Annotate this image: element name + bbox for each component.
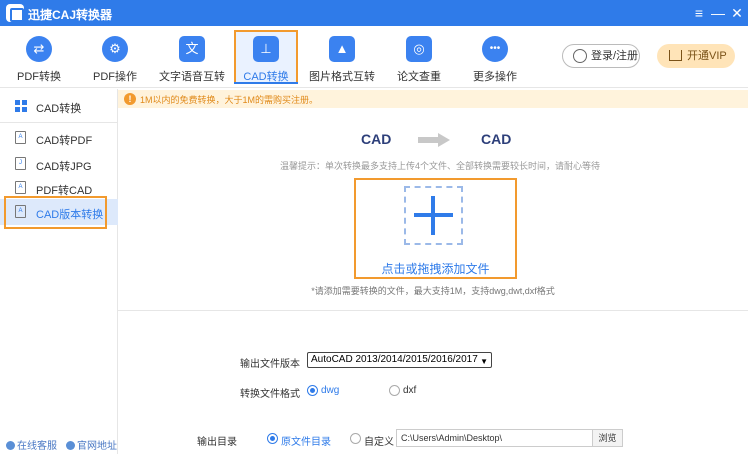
browse-button[interactable]: 浏览 xyxy=(593,429,623,447)
tool-cad-convert[interactable]: ⊥ CAD转换 xyxy=(234,30,298,84)
version-select-value: AutoCAD 2013/2014/2015/2016/2017 xyxy=(311,354,478,365)
grid-icon xyxy=(15,100,27,112)
arrow-right-icon xyxy=(418,133,450,147)
section-divider xyxy=(118,310,748,311)
file-icon: J xyxy=(15,157,26,170)
login-button[interactable]: 登录/注册 xyxy=(562,44,640,68)
file-requirements-note: *请添加需要转换的文件，最大支持1M，支持dwg,dwt,dxf格式 xyxy=(311,286,555,296)
crown-icon xyxy=(669,50,682,61)
output-path-input[interactable] xyxy=(396,429,593,447)
chevron-down-icon: ▼ xyxy=(480,357,488,366)
add-file-dropzone[interactable] xyxy=(404,186,463,245)
vip-button[interactable]: 开通VIP xyxy=(657,44,735,68)
app-title: 迅捷CAJ转换器 xyxy=(28,8,113,22)
headset-icon xyxy=(6,441,15,450)
format-dxf-label[interactable]: dxf xyxy=(403,385,416,396)
search-doc-icon: ◎ xyxy=(406,36,432,62)
source-format: CAD xyxy=(361,131,392,147)
website-link[interactable]: 官网地址 xyxy=(66,437,117,452)
format-dxf-radio[interactable] xyxy=(389,385,400,396)
output-source-radio[interactable] xyxy=(267,433,278,444)
sidebar-item-cad-to-jpg[interactable]: J CAD转JPG xyxy=(0,151,118,177)
file-icon: A xyxy=(15,181,26,194)
format-dwg-radio[interactable] xyxy=(307,385,318,396)
tip-text: 温馨提示：单次转换最多支持上传4个文件、全部转换需要较长时间，请耐心等待 xyxy=(280,161,601,171)
text-speech-icon: 文 xyxy=(179,36,205,62)
sidebar-item-label: CAD转JPG xyxy=(36,161,92,173)
version-label: 输出文件版本 xyxy=(240,359,300,370)
vip-label: 开通VIP xyxy=(687,50,727,62)
login-label: 登录/注册 xyxy=(591,50,639,62)
tool-label: PDF转换 xyxy=(17,71,61,83)
tool-label: 论文查重 xyxy=(397,71,441,83)
target-format: CAD xyxy=(481,131,512,147)
tool-label: PDF操作 xyxy=(93,71,137,83)
sidebar: CAD转换 A CAD转PDF J CAD转JPG A PDF转CAD A CA… xyxy=(0,89,118,454)
format-label: 转换文件格式 xyxy=(240,389,300,400)
swap-icon: ⇄ xyxy=(26,36,52,62)
warning-icon: ! xyxy=(124,93,136,105)
app-logo-icon xyxy=(6,4,24,22)
tool-label: CAD转换 xyxy=(243,71,289,83)
tool-label: 更多操作 xyxy=(473,71,517,83)
file-icon: A xyxy=(15,131,26,144)
cad-icon: ⊥ xyxy=(253,36,279,62)
notice-bar: ! 1M以内的免费转换，大于1M的需购买注册。 xyxy=(118,90,748,108)
gear-icon: ⚙ xyxy=(102,36,128,62)
online-service-label: 在线客服 xyxy=(17,441,57,452)
output-custom-radio[interactable] xyxy=(350,433,361,444)
notice-text: 1M以内的免费转换，大于1M的需购买注册。 xyxy=(140,95,319,105)
tool-paper-check[interactable]: ◎ 论文查重 xyxy=(382,30,456,86)
tool-more[interactable]: ••• 更多操作 xyxy=(458,30,532,86)
image-icon: ▲ xyxy=(329,36,355,62)
plus-icon-bar xyxy=(431,196,435,235)
output-custom-label[interactable]: 自定义 xyxy=(364,433,394,448)
sidebar-header: CAD转换 xyxy=(0,89,118,123)
title-bar: 迅捷CAJ转换器 ≡ — ✕ xyxy=(0,0,748,26)
globe-icon xyxy=(66,441,75,450)
user-icon xyxy=(573,49,587,63)
website-label: 官网地址 xyxy=(77,441,117,452)
tool-pdf-convert[interactable]: ⇄ PDF转换 xyxy=(2,30,76,86)
menu-icon[interactable]: ≡ xyxy=(689,3,709,23)
tool-label: 图片格式互转 xyxy=(309,71,375,83)
tool-text-speech[interactable]: 文 文字语音互转 xyxy=(154,30,230,86)
output-source-label[interactable]: 原文件目录 xyxy=(281,433,331,448)
tool-image-format[interactable]: ▲ 图片格式互转 xyxy=(304,30,380,86)
sidebar-highlight-box xyxy=(4,196,107,229)
output-dir-label: 输出目录 xyxy=(197,437,237,448)
version-select[interactable]: AutoCAD 2013/2014/2015/2016/2017 ▼ xyxy=(307,352,492,368)
close-icon[interactable]: ✕ xyxy=(727,3,747,23)
tool-pdf-operations[interactable]: ⚙ PDF操作 xyxy=(78,30,152,86)
online-service-link[interactable]: 在线客服 xyxy=(6,437,57,452)
tool-label: 文字语音互转 xyxy=(159,71,225,83)
sidebar-header-label: CAD转换 xyxy=(36,103,82,115)
minimize-icon[interactable]: — xyxy=(708,3,728,23)
more-icon: ••• xyxy=(482,36,508,62)
sidebar-item-cad-to-pdf[interactable]: A CAD转PDF xyxy=(0,125,118,151)
add-file-label[interactable]: 点击或拖拽添加文件 xyxy=(354,260,517,277)
format-dwg-label[interactable]: dwg xyxy=(321,385,339,396)
sidebar-item-label: CAD转PDF xyxy=(36,135,93,147)
